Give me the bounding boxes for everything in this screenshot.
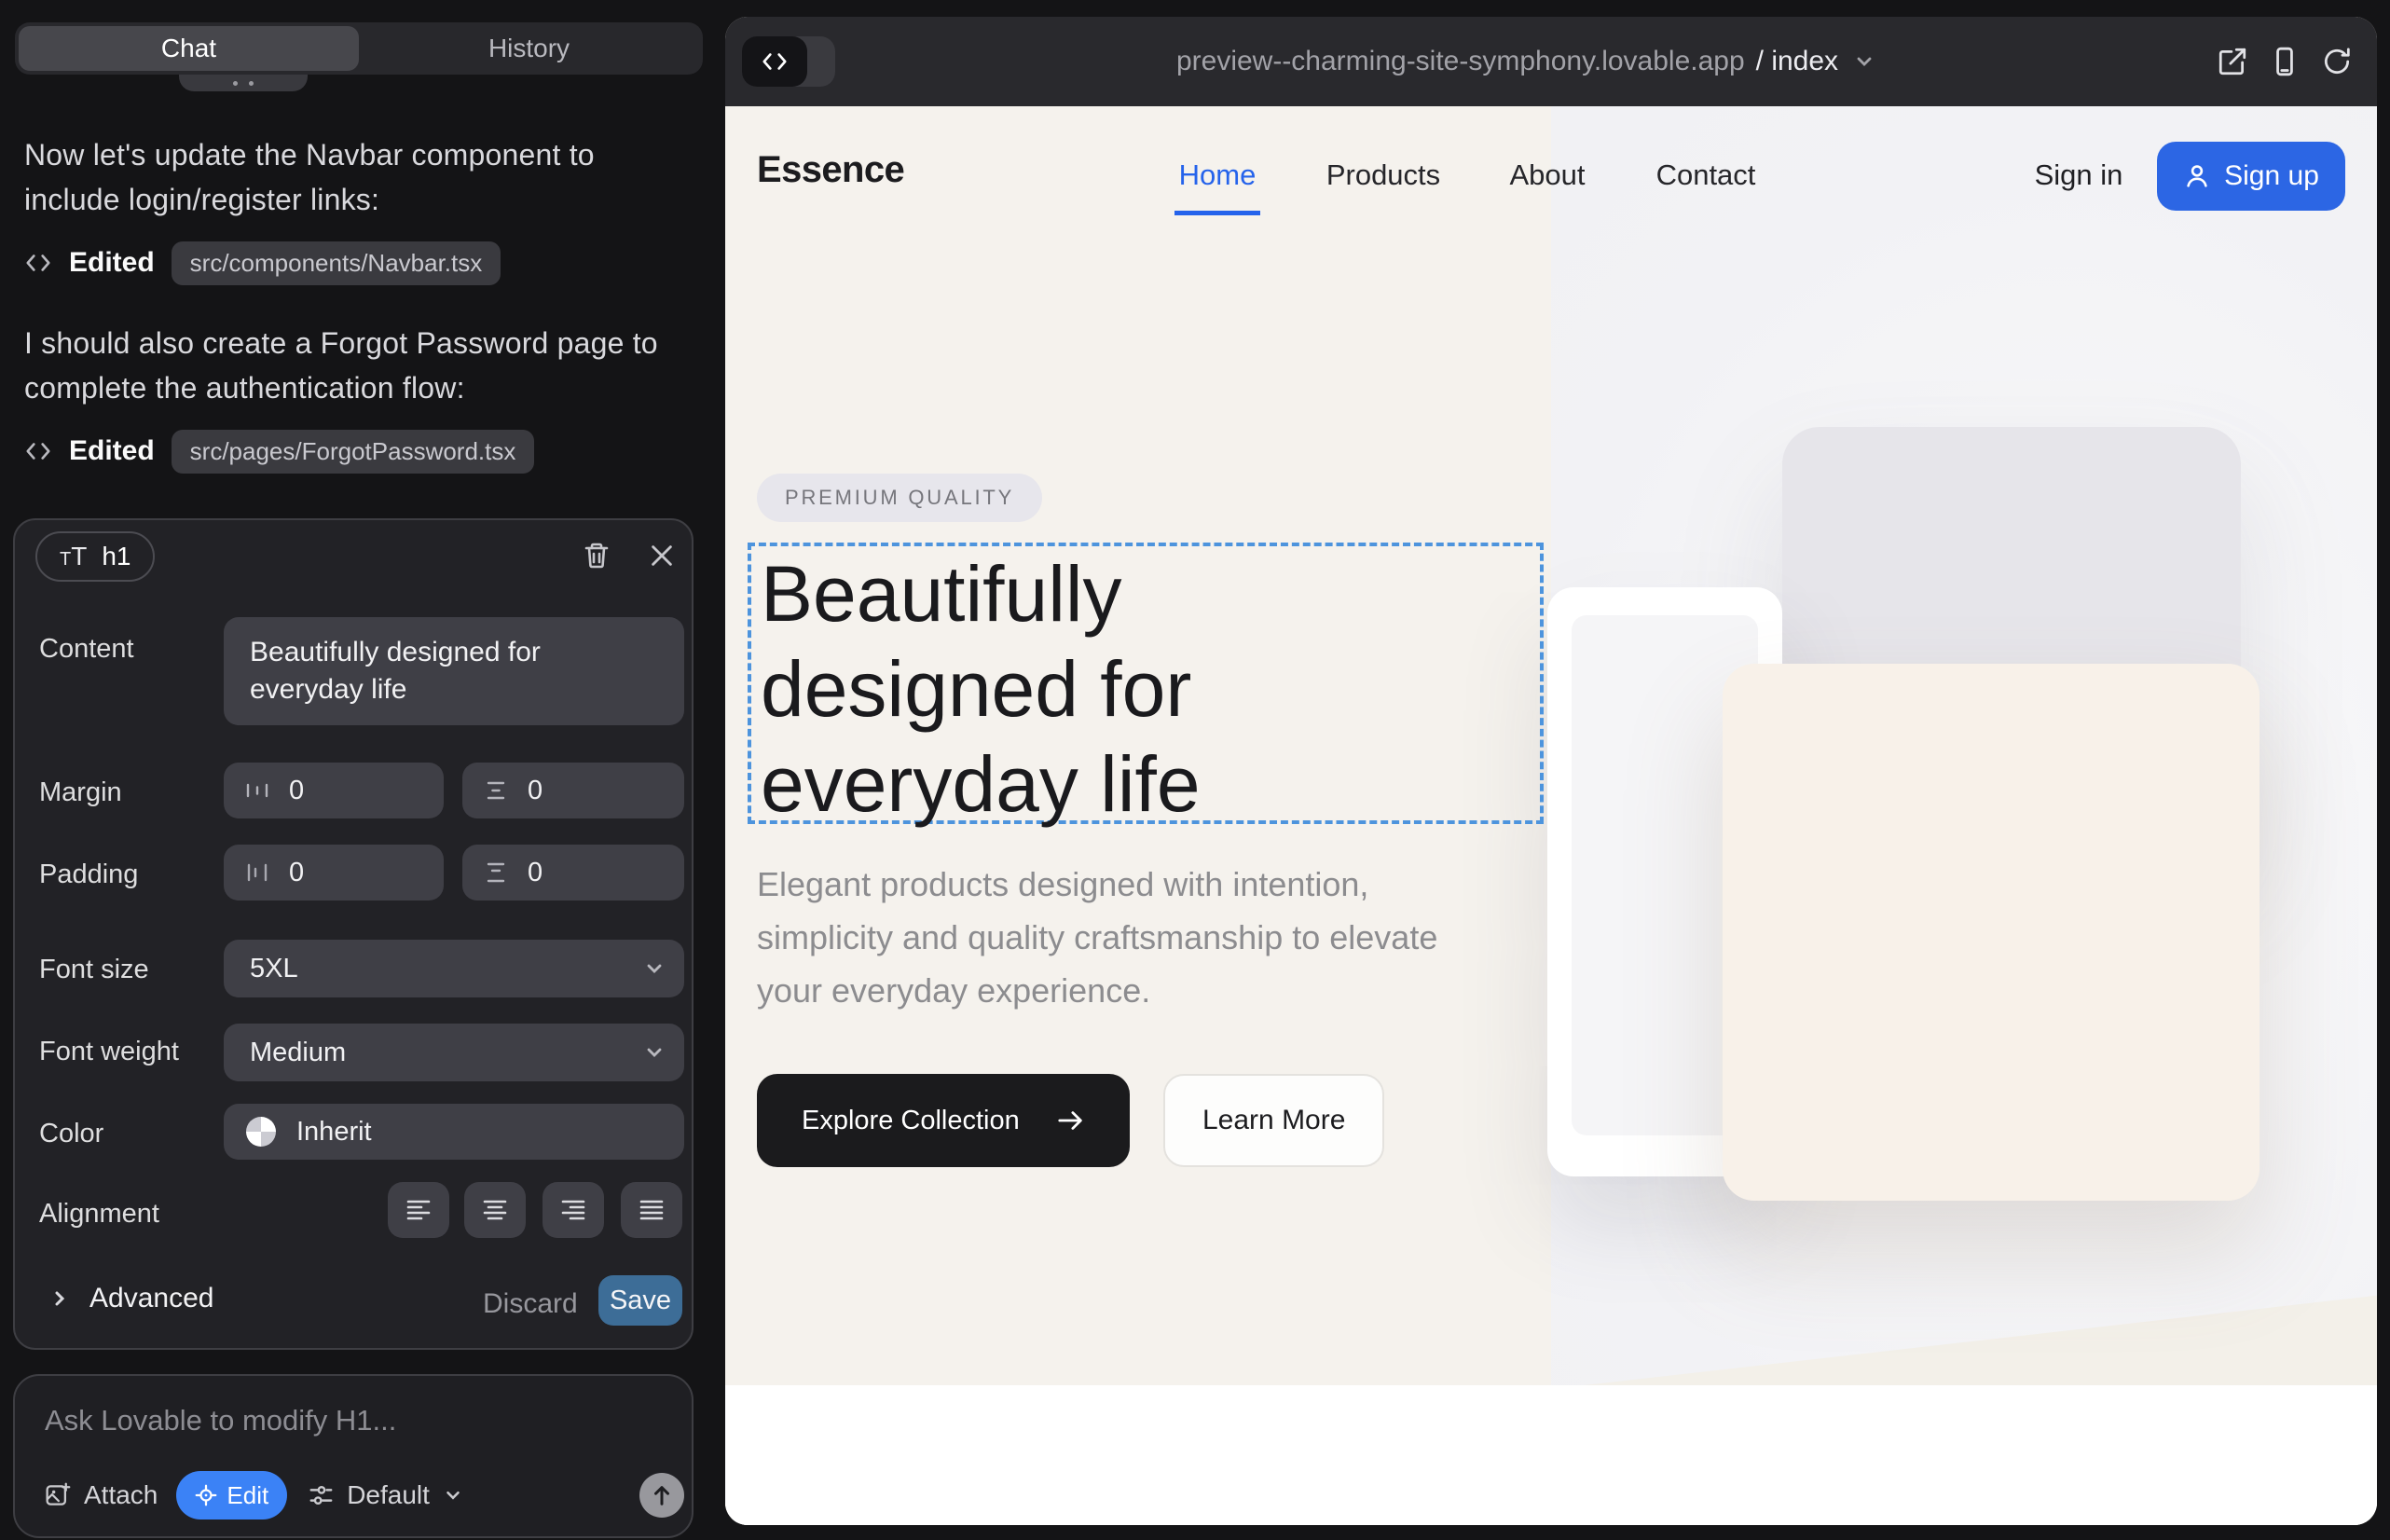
padding-x-icon	[244, 859, 270, 886]
discard-button[interactable]: Discard	[483, 1288, 578, 1320]
margin-x-icon	[244, 777, 270, 804]
sign-in-link[interactable]: Sign in	[2035, 158, 2123, 192]
margin-label: Margin	[39, 777, 122, 808]
text-size-icon: TT	[60, 542, 87, 571]
h1-selection-box[interactable]: Beautifully designed for everyday life	[748, 543, 1544, 824]
edited-file-chip[interactable]: src/pages/ForgotPassword.tsx	[172, 430, 535, 474]
font-size-select[interactable]: 5XL	[224, 940, 684, 997]
chat-message: Now let's update the Navbar component to…	[24, 132, 688, 222]
default-mode-button[interactable]: Default	[308, 1480, 463, 1510]
element-tag-pill[interactable]: TT h1	[35, 531, 155, 582]
margin-y-icon	[483, 777, 509, 804]
code-icon	[742, 36, 807, 87]
preview-browser: preview--charming-site-symphony.lovable.…	[725, 17, 2377, 1525]
nav-home-underline	[1174, 211, 1260, 215]
content-input[interactable]: Beautifully designed for everyday life	[224, 617, 684, 725]
color-select[interactable]: Inherit	[224, 1104, 684, 1160]
refresh-icon[interactable]	[2321, 46, 2353, 77]
content-label: Content	[39, 634, 134, 665]
padding-label: Padding	[39, 859, 138, 890]
edited-file-row: Edited src/pages/ForgotPassword.tsx	[24, 427, 534, 475]
site-logo[interactable]: Essence	[757, 149, 904, 191]
alignment-label: Alignment	[39, 1199, 159, 1230]
attach-button[interactable]: Attach	[45, 1480, 158, 1510]
mobile-preview-icon[interactable]	[2269, 46, 2301, 77]
edited-file-chip[interactable]: src/components/Navbar.tsx	[172, 241, 501, 285]
nav-home[interactable]: Home	[1179, 158, 1257, 192]
padding-x-input[interactable]: 0	[224, 845, 444, 901]
edited-label: Edited	[69, 435, 155, 467]
tab-history[interactable]: History	[359, 26, 699, 71]
tab-chat[interactable]: Chat	[19, 26, 359, 71]
hero-heading: Beautifully designed for everyday life	[761, 546, 1201, 832]
prompt-composer[interactable]: Ask Lovable to modify H1... Attach Edit …	[13, 1374, 694, 1538]
premium-badge: PREMIUM QUALITY	[757, 474, 1042, 522]
prompt-placeholder[interactable]: Ask Lovable to modify H1...	[45, 1404, 396, 1437]
element-tag: h1	[102, 542, 130, 571]
hero-paragraph: Elegant products designed with intention…	[757, 858, 1488, 1017]
code-icon	[24, 437, 52, 465]
chevron-down-icon	[1853, 50, 1875, 73]
color-swatch	[246, 1117, 276, 1147]
align-justify-button[interactable]	[621, 1182, 682, 1238]
padding-y-icon	[483, 859, 509, 886]
url-domain: preview--charming-site-symphony.lovable.…	[1176, 46, 1745, 77]
nav-about[interactable]: About	[1509, 158, 1585, 192]
align-left-button[interactable]	[388, 1182, 449, 1238]
section-below-hero	[725, 1385, 2377, 1525]
delete-element-button[interactable]	[578, 537, 615, 574]
send-button[interactable]	[639, 1473, 684, 1518]
save-button[interactable]: Save	[598, 1275, 682, 1326]
url-path: / index	[1756, 46, 1838, 77]
padding-y-input[interactable]: 0	[462, 845, 684, 901]
edit-mode-button[interactable]: Edit	[176, 1471, 287, 1519]
code-icon	[24, 249, 52, 277]
edited-label: Edited	[69, 247, 155, 279]
learn-more-button[interactable]: Learn More	[1163, 1074, 1384, 1167]
nav-products[interactable]: Products	[1326, 158, 1440, 192]
nav-contact[interactable]: Contact	[1656, 158, 1756, 192]
close-editor-button[interactable]	[643, 537, 680, 574]
font-weight-select[interactable]: Medium	[224, 1024, 684, 1081]
site-preview: Essence Home Products About Contact Sign…	[725, 106, 2377, 1525]
explore-collection-button[interactable]: Explore Collection	[757, 1074, 1130, 1167]
margin-y-input[interactable]: 0	[462, 763, 684, 818]
browser-chrome: preview--charming-site-symphony.lovable.…	[725, 17, 2377, 106]
decor-cream-card	[1723, 664, 2260, 1201]
font-size-label: Font size	[39, 955, 149, 985]
url-bar[interactable]: preview--charming-site-symphony.lovable.…	[835, 46, 2217, 77]
chevron-down-icon	[643, 957, 666, 980]
align-center-button[interactable]	[464, 1182, 526, 1238]
margin-x-input[interactable]: 0	[224, 763, 444, 818]
advanced-toggle[interactable]: Advanced	[48, 1283, 213, 1314]
chat-message: I should also create a Forgot Password p…	[24, 321, 688, 410]
color-label: Color	[39, 1119, 103, 1149]
open-external-icon[interactable]	[2217, 46, 2248, 77]
chat-history-tabs: Chat History	[15, 22, 703, 75]
chevron-down-icon	[643, 1041, 666, 1064]
align-right-button[interactable]	[543, 1182, 604, 1238]
edited-file-row: Edited src/components/Navbar.tsx	[24, 239, 501, 287]
element-editor-panel: TT h1 Content Beautifully designed for e…	[13, 518, 694, 1350]
scrolled-message-pill[interactable]	[179, 75, 308, 91]
code-view-toggle[interactable]	[742, 36, 835, 87]
sign-up-button[interactable]: Sign up	[2157, 142, 2345, 211]
font-weight-label: Font weight	[39, 1037, 179, 1067]
chat-sidebar: Chat History Now let's update the Navbar…	[0, 0, 725, 1540]
